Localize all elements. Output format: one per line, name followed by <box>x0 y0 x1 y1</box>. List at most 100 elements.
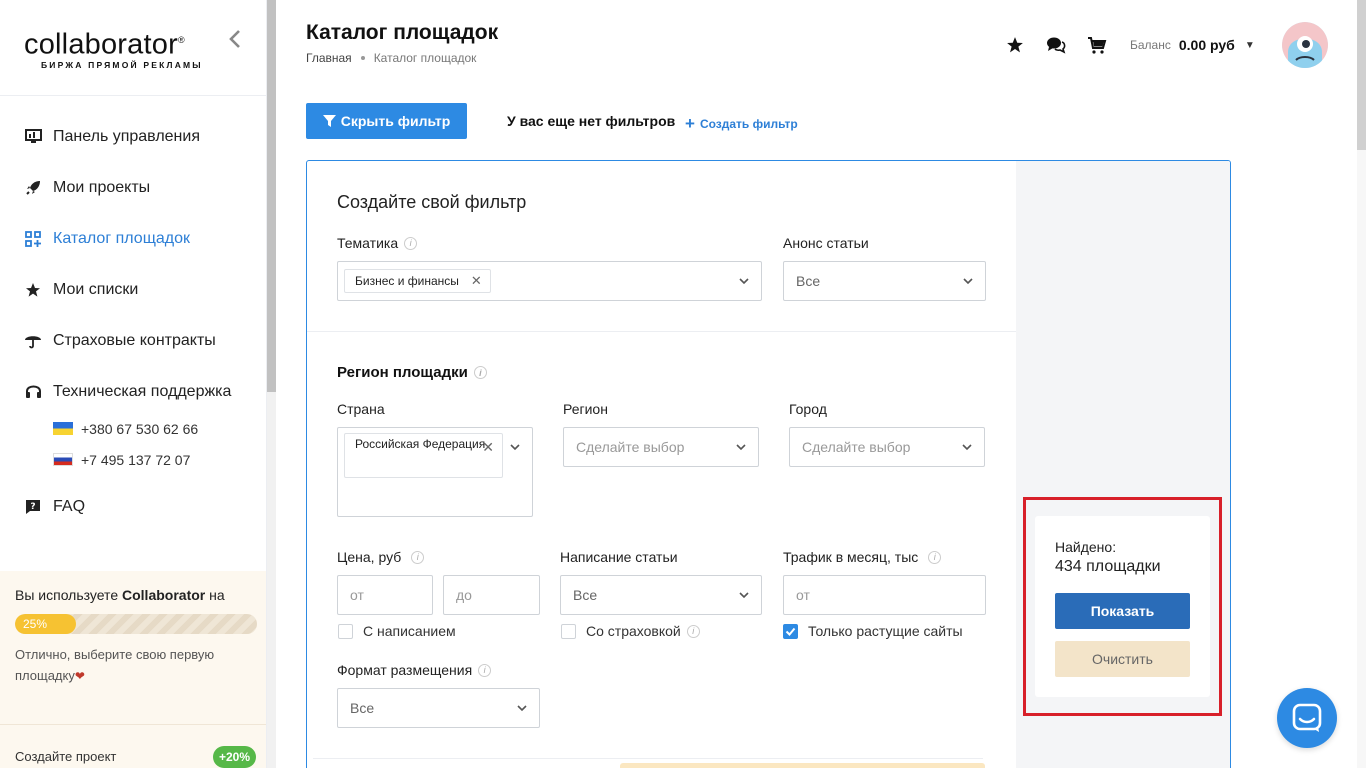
favorites-star-icon[interactable] <box>1005 35 1025 55</box>
info-icon[interactable]: i <box>478 663 492 677</box>
faq-icon: ? <box>24 498 42 516</box>
announce-value: Все <box>796 273 821 289</box>
price-to-placeholder: до <box>456 587 472 603</box>
checkbox-box <box>338 623 353 639</box>
traffic-label-text: Трафик в месяц, тыс <box>783 549 919 565</box>
usage-note: Отлично, выберите свою первую площадку❤ <box>15 644 252 687</box>
no-filters-text: У вас еще нет фильтров <box>507 113 676 129</box>
writing-value: Все <box>573 587 598 603</box>
main-scrollbar-thumb[interactable] <box>1357 0 1366 150</box>
user-avatar[interactable] <box>1282 22 1328 68</box>
results-card: Найдено: 434 площадки Показать Очистить <box>1035 516 1210 697</box>
with-writing-checkbox[interactable]: С написанием <box>338 623 456 639</box>
logo-text: collaborator <box>24 28 178 61</box>
phone-ua[interactable]: +380 67 530 62 66 <box>53 413 266 444</box>
clear-button[interactable]: Очистить <box>1055 641 1190 677</box>
theme-tag: Бизнес и финансы ✕ <box>344 269 491 293</box>
sidebar-divider <box>0 95 266 96</box>
sidebar-scrollbar-thumb[interactable] <box>267 0 276 392</box>
hide-filter-button[interactable]: Скрыть фильтр <box>306 103 467 139</box>
logo[interactable]: collaborator® БИРЖА ПРЯМОЙ РЕКЛАМЫ <box>24 22 224 72</box>
plus-icon: + <box>685 114 695 133</box>
balance-label: Баланс <box>1130 38 1171 52</box>
chevron-down-icon <box>739 278 749 285</box>
create-project-promo[interactable]: Создайте проект +20% <box>0 724 266 768</box>
sidebar-item-label: Панель управления <box>53 127 200 145</box>
remove-tag-icon[interactable]: ✕ <box>482 437 494 457</box>
region-label: Регион <box>563 401 608 417</box>
sidebar: collaborator® БИРЖА ПРЯМОЙ РЕКЛАМЫ Панел… <box>0 0 267 768</box>
usage-suffix: на <box>205 587 225 603</box>
found-label: Найдено: <box>1055 539 1117 555</box>
theme-select[interactable]: Бизнес и финансы ✕ <box>337 261 762 301</box>
found-count: 434 площадки <box>1055 558 1161 575</box>
star-icon <box>24 281 42 299</box>
city-select[interactable]: Сделайте выбор <box>789 427 985 467</box>
price-from-input[interactable]: от <box>337 575 433 615</box>
info-icon[interactable]: i <box>686 624 700 638</box>
messages-icon[interactable] <box>1046 35 1066 55</box>
chevron-down-icon <box>962 444 972 451</box>
header-actions: Баланс 0.00 руб ▼ <box>1005 30 1255 60</box>
city-label: Город <box>789 401 827 417</box>
region-placeholder: Сделайте выбор <box>576 439 685 455</box>
format-select[interactable]: Все <box>337 688 540 728</box>
price-to-input[interactable]: до <box>443 575 540 615</box>
usage-note-text: Отлично, выберите свою первую площадку <box>15 647 215 683</box>
info-icon[interactable]: i <box>411 550 425 564</box>
phone-ru[interactable]: +7 495 137 72 07 <box>53 444 266 475</box>
remove-tag-icon[interactable]: ✕ <box>471 273 482 289</box>
sidebar-item-catalog[interactable]: Каталог площадок <box>0 213 266 264</box>
sidebar-item-support[interactable]: Техническая поддержка <box>0 366 266 417</box>
show-button[interactable]: Показать <box>1055 593 1190 629</box>
phone-number: +7 495 137 72 07 <box>81 451 191 468</box>
writing-select[interactable]: Все <box>560 575 762 615</box>
country-select[interactable]: Российская Федерация ✕ <box>337 427 533 517</box>
info-icon[interactable]: i <box>404 236 418 250</box>
usage-panel: Вы используете Collaborator на 25% Отлич… <box>0 571 266 724</box>
traffic-from-placeholder: от <box>796 587 810 603</box>
catalog-icon <box>24 230 42 248</box>
create-filter-label: Создать фильтр <box>699 117 798 131</box>
usage-title: Вы используете Collaborator на <box>15 587 252 603</box>
with-insurance-checkbox[interactable]: Со страховкой i <box>561 623 700 639</box>
growing-sites-checkbox[interactable]: Только растущие сайты <box>783 623 963 639</box>
sidebar-item-projects[interactable]: Мои проекты <box>0 162 266 213</box>
theme-tag-label: Бизнес и финансы <box>355 274 459 288</box>
sidebar-item-dashboard[interactable]: Панель управления <box>0 111 266 162</box>
price-from-placeholder: от <box>350 587 364 603</box>
sidebar-item-insurance[interactable]: Страховые контракты <box>0 315 266 366</box>
cart-icon[interactable] <box>1087 35 1107 55</box>
collapse-sidebar-icon[interactable] <box>228 28 246 52</box>
headset-icon <box>24 383 42 401</box>
region-select[interactable]: Сделайте выбор <box>563 427 759 467</box>
balance-value[interactable]: 0.00 руб <box>1179 37 1235 53</box>
checkbox-box-checked <box>783 623 798 639</box>
format-label: Формат размещения i <box>337 662 492 678</box>
bonus-badge: +20% <box>213 746 257 768</box>
sidebar-item-faq[interactable]: ? FAQ <box>0 481 266 532</box>
theme-label-text: Тематика <box>337 235 399 251</box>
balance-dropdown-icon[interactable]: ▼ <box>1245 40 1255 51</box>
sidebar-menu: Панель управления Мои проекты Каталог пл… <box>0 111 266 532</box>
usage-brand: Collaborator <box>122 587 206 603</box>
chevron-down-icon <box>739 592 749 599</box>
sidebar-item-label: Каталог площадок <box>53 229 190 247</box>
chat-widget-button[interactable] <box>1277 688 1337 748</box>
announce-select[interactable]: Все <box>783 261 986 301</box>
support-phones: +380 67 530 62 66 +7 495 137 72 07 <box>0 413 266 475</box>
info-icon[interactable]: i <box>928 550 942 564</box>
theme-label: Тематика i <box>337 235 418 251</box>
sidebar-item-lists[interactable]: Мои списки <box>0 264 266 315</box>
country-tag-label: Российская Федерация <box>355 437 486 451</box>
create-filter-link[interactable]: + Создать фильтр <box>685 114 798 134</box>
writing-label: Написание статьи <box>560 549 678 565</box>
chevron-down-icon <box>736 444 746 451</box>
rocket-icon <box>24 179 42 197</box>
traffic-from-input[interactable]: от <box>783 575 986 615</box>
info-icon[interactable]: i <box>473 366 487 379</box>
sidebar-item-label: Страховые контракты <box>53 331 216 349</box>
growing-sites-label: Только растущие сайты <box>808 623 963 639</box>
registered-mark: ® <box>177 35 185 45</box>
breadcrumb-home[interactable]: Главная <box>306 51 352 65</box>
